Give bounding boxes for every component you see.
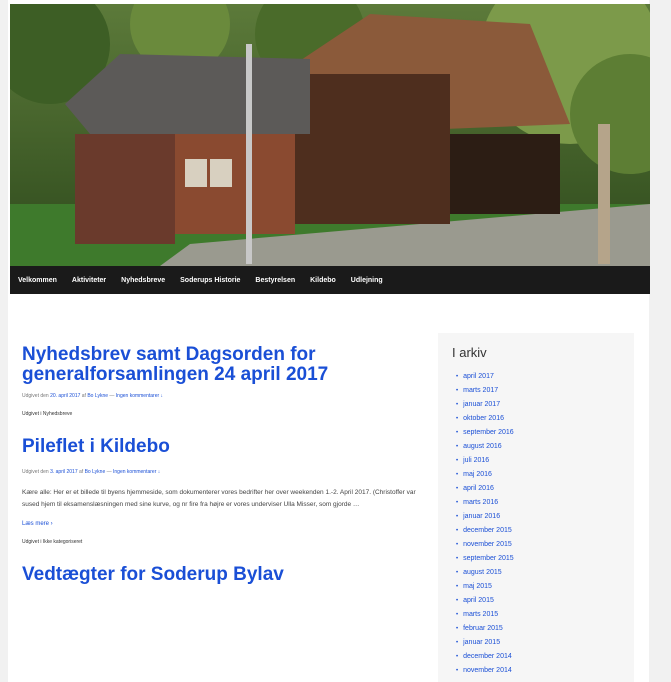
archive-item[interactable]: • januar 2015 [456,636,634,650]
bullet-icon: • [456,444,459,450]
post-date-link[interactable]: 20. april 2017 [50,393,80,399]
post-meta-prefix: Udgivet den [22,469,49,475]
read-more-link[interactable]: Læs mere › [22,521,422,527]
post-author-link[interactable]: Bo Lykne [85,469,106,475]
main-navigation: Velkommen Aktiviteter Nyhedsbreve Soderu… [10,266,650,294]
nav-item-udlejning[interactable]: Udlejning [351,277,383,284]
archive-item[interactable]: • april 2015 [456,594,634,608]
meta-separator: — [109,393,115,399]
post: Nyhedsbrev samt Dagsorden for generalfor… [22,345,422,418]
nav-item-soderups-historie[interactable]: Soderups Historie [180,277,240,284]
bullet-icon: • [456,388,459,394]
archive-item[interactable]: • august 2016 [456,440,634,454]
bullet-icon: • [456,416,459,422]
post-category: Udgivet i Nyhedsbreve [22,411,73,417]
archive-item[interactable]: • januar 2017 [456,398,634,412]
archive-item[interactable]: • marts 2015 [456,608,634,622]
post-title[interactable]: Pileflet i Kildebo [22,437,422,457]
bullet-icon: • [456,542,459,548]
archive-item[interactable]: • april 2016 [456,482,634,496]
bullet-icon: • [456,570,459,576]
bullet-icon: • [456,514,459,520]
archive-list: • april 2017 • marts 2017 • januar 2017 • ok… [438,370,634,678]
archive-item[interactable]: • juli 2016 [456,454,634,468]
post-list: Nyhedsbrev samt Dagsorden for generalfor… [22,345,422,585]
archive-item[interactable]: • november 2014 [456,664,634,678]
post-author-link[interactable]: Bo Lykne [87,393,108,399]
archive-item[interactable]: • december 2014 [456,650,634,664]
bullet-icon: • [456,472,459,478]
nav-item-aktiviteter[interactable]: Aktiviteter [72,277,106,284]
archive-item[interactable]: • november 2015 [456,538,634,552]
post-comments-link[interactable]: Ingen kommentarer ↓ [113,469,160,475]
archive-item[interactable]: • maj 2016 [456,468,634,482]
post-author-prefix: af [81,393,86,399]
nav-item-bestyrelsen[interactable]: Bestyrelsen [255,277,295,284]
archive-item[interactable]: • februar 2015 [456,622,634,636]
archive-item[interactable]: • marts 2017 [456,384,634,398]
post-meta: Udgivet den 20. april 2017 af Bo Lykne —… [22,393,422,399]
nav-item-velkommen[interactable]: Velkommen [18,277,57,284]
header-image [10,4,650,266]
post: Vedtægter for Soderup Bylav [22,565,422,585]
post-category: Udgivet i Ikke kategoriseret [22,539,83,545]
bullet-icon: • [456,612,459,618]
archive-item[interactable]: • april 2017 [456,370,634,384]
bullet-icon: • [456,528,459,534]
archive-item[interactable]: • maj 2015 [456,580,634,594]
bullet-icon: • [456,598,459,604]
bullet-icon: • [456,556,459,562]
archive-item[interactable]: • oktober 2016 [456,412,634,426]
bullet-icon: • [456,486,459,492]
post-author-prefix: af [79,469,84,475]
bullet-icon: • [456,458,459,464]
post-title[interactable]: Nyhedsbrev samt Dagsorden for generalfor… [22,345,422,385]
bullet-icon: • [456,584,459,590]
archive-heading: I arkiv [452,345,487,360]
archive-item[interactable]: • september 2016 [456,426,634,440]
bullet-icon: • [456,626,459,632]
bullet-icon: • [456,640,459,646]
archive-item[interactable]: • januar 2016 [456,510,634,524]
archive-item[interactable]: • september 2015 [456,552,634,566]
archive-item[interactable]: • marts 2016 [456,496,634,510]
nav-item-nyhedsbreve[interactable]: Nyhedsbreve [121,277,165,284]
bullet-icon: • [456,654,459,660]
archive-sidebar: I arkiv • april 2017 • marts 2017 • januar … [438,333,634,682]
post-title[interactable]: Vedtægter for Soderup Bylav [22,565,422,585]
bullet-icon: • [456,430,459,436]
post: Pileflet i Kildebo Udgivet den 3. april … [22,437,422,546]
nav-item-kildebo[interactable]: Kildebo [310,277,336,284]
post-date-link[interactable]: 3. april 2017 [50,469,78,475]
meta-separator: — [106,469,112,475]
bullet-icon: • [456,500,459,506]
post-meta-prefix: Udgivet den [22,393,49,399]
post-meta: Udgivet den 3. april 2017 af Bo Lykne — … [22,469,422,475]
archive-item[interactable]: • december 2015 [456,524,634,538]
post-excerpt: Kære alle: Her er et billede til byens h… [22,489,416,508]
bullet-icon: • [456,374,459,380]
bullet-icon: • [456,668,459,674]
bullet-icon: • [456,402,459,408]
archive-item[interactable]: • august 2015 [456,566,634,580]
post-comments-link[interactable]: Ingen kommentarer ↓ [116,393,163,399]
